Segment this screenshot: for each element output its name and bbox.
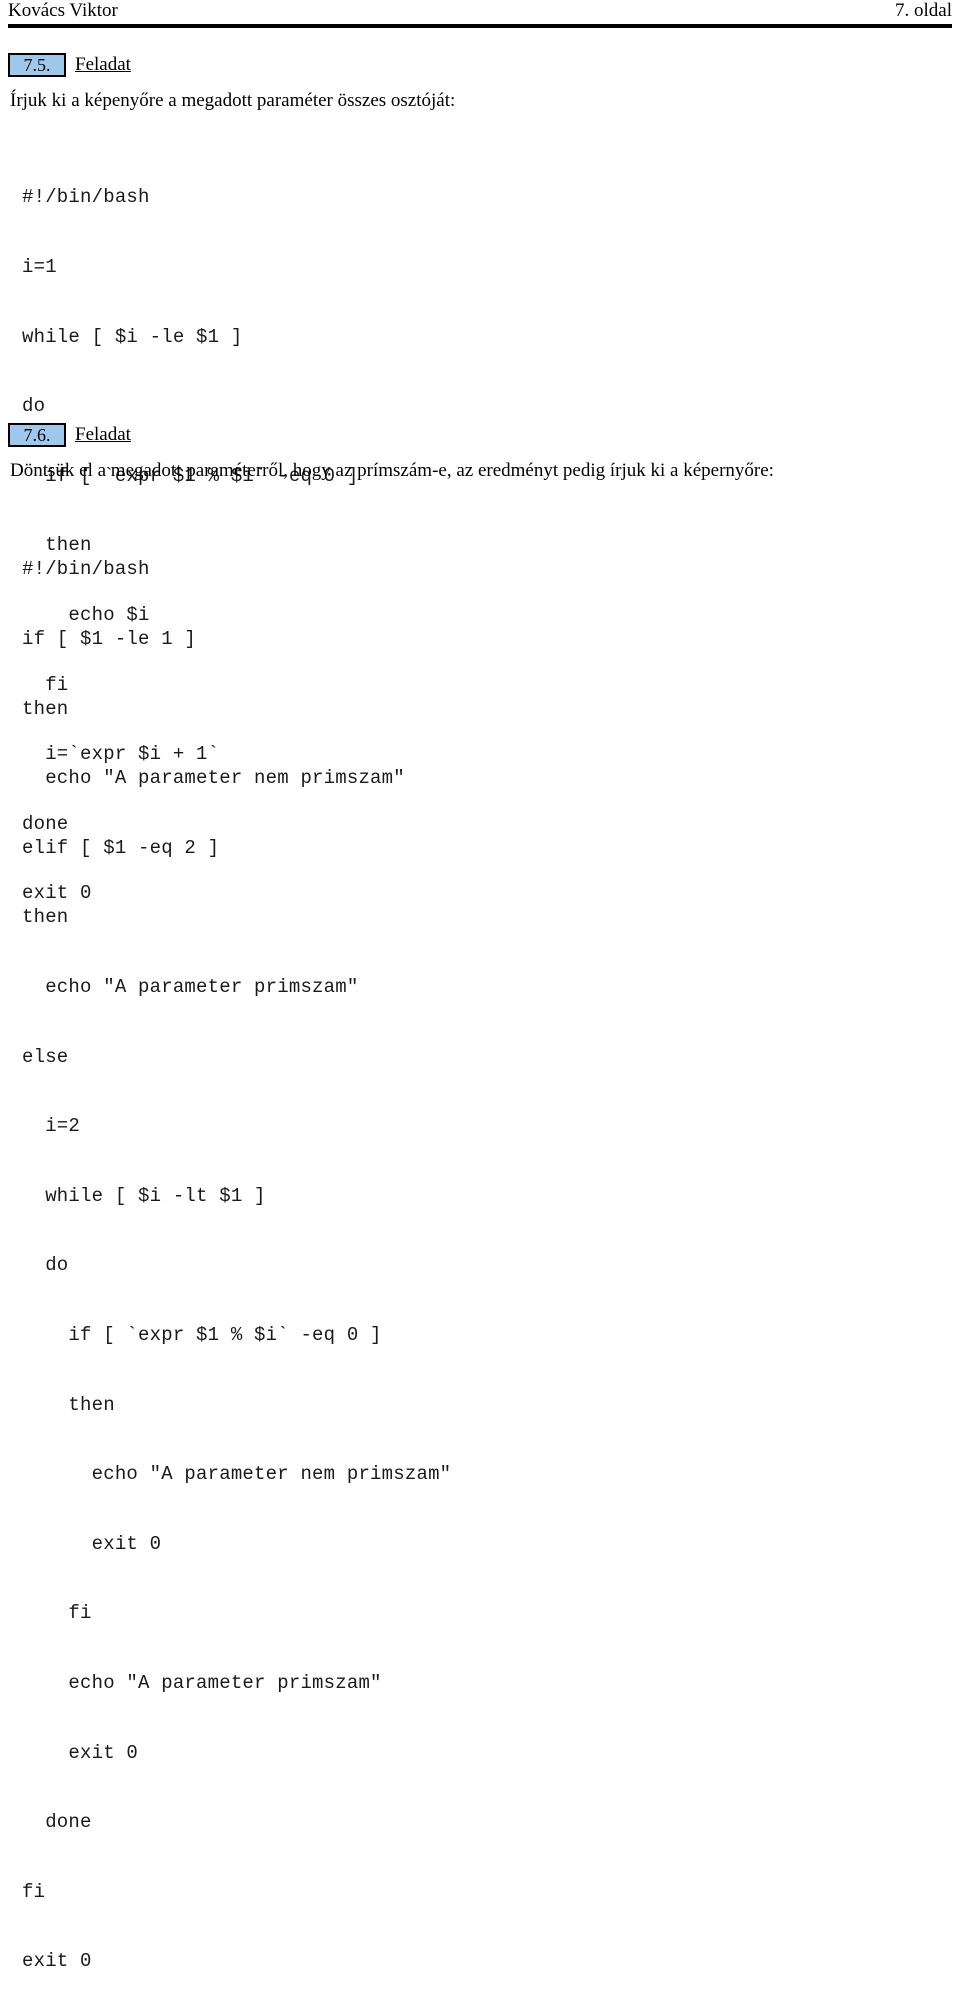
header-divider-rule — [8, 24, 952, 28]
code-line: echo "A parameter nem primszam" — [22, 1463, 452, 1486]
task-description-7-5: Írjuk ki a képenyőre a megadott paraméte… — [10, 90, 456, 111]
code-block-7-6: #!/bin/bash if [ $1 -le 1 ] then echo "A… — [22, 512, 451, 1994]
code-line: while [ $i -lt $1 ] — [22, 1184, 266, 1207]
code-line: else — [22, 1045, 69, 1068]
header-author: Kovács Viktor — [8, 0, 118, 21]
code-line: i=2 — [22, 1115, 81, 1138]
code-line: exit 0 — [22, 1741, 139, 1764]
header-page-number: 7. oldal — [895, 0, 952, 21]
task-number-badge-7-5: 7.5. — [8, 53, 66, 77]
code-line: do — [22, 1254, 69, 1277]
task-title-7-6: Feladat — [75, 424, 131, 445]
code-line: fi — [22, 1880, 46, 1903]
code-line: echo "A parameter nem primszam" — [22, 767, 405, 790]
code-line: while [ $i -le $1 ] — [22, 325, 243, 348]
code-line: elif [ $1 -eq 2 ] — [22, 836, 220, 859]
code-line: i=1 — [22, 256, 57, 278]
code-line: #!/bin/bash — [22, 558, 150, 581]
code-line: if [ `expr $1 % $i` -eq 0 ] — [22, 1323, 382, 1346]
code-line: #!/bin/bash — [22, 186, 150, 209]
task-heading-7-6: 7.6. Feladat — [0, 423, 960, 453]
code-line: do — [22, 395, 46, 418]
code-line: if [ $1 -le 1 ] — [22, 628, 197, 650]
task-description-7-6: Döntsük el a megadott paraméterről, hogy… — [10, 460, 774, 481]
task-section-7-5: 7.5. Feladat Írjuk ki a képenyőre a mega… — [0, 53, 960, 111]
code-line: echo "A parameter primszam" — [22, 1671, 382, 1694]
code-line: then — [22, 697, 69, 720]
code-line: then — [22, 1393, 115, 1416]
code-line: fi — [22, 1602, 92, 1625]
task-heading-7-5: 7.5. Feladat — [0, 53, 960, 83]
code-line: then — [22, 906, 69, 929]
code-line: exit 0 — [22, 1950, 92, 1973]
code-line: exit 0 — [22, 1532, 162, 1555]
task-title-7-5: Feladat — [75, 54, 131, 75]
task-number-badge-7-6: 7.6. — [8, 423, 66, 447]
task-section-7-6: 7.6. Feladat Döntsük el a megadott param… — [0, 423, 960, 481]
code-line: echo "A parameter primszam" — [22, 975, 359, 998]
code-line: done — [22, 1811, 92, 1834]
page-header-row: Kovács Viktor 7. oldal — [8, 0, 952, 22]
